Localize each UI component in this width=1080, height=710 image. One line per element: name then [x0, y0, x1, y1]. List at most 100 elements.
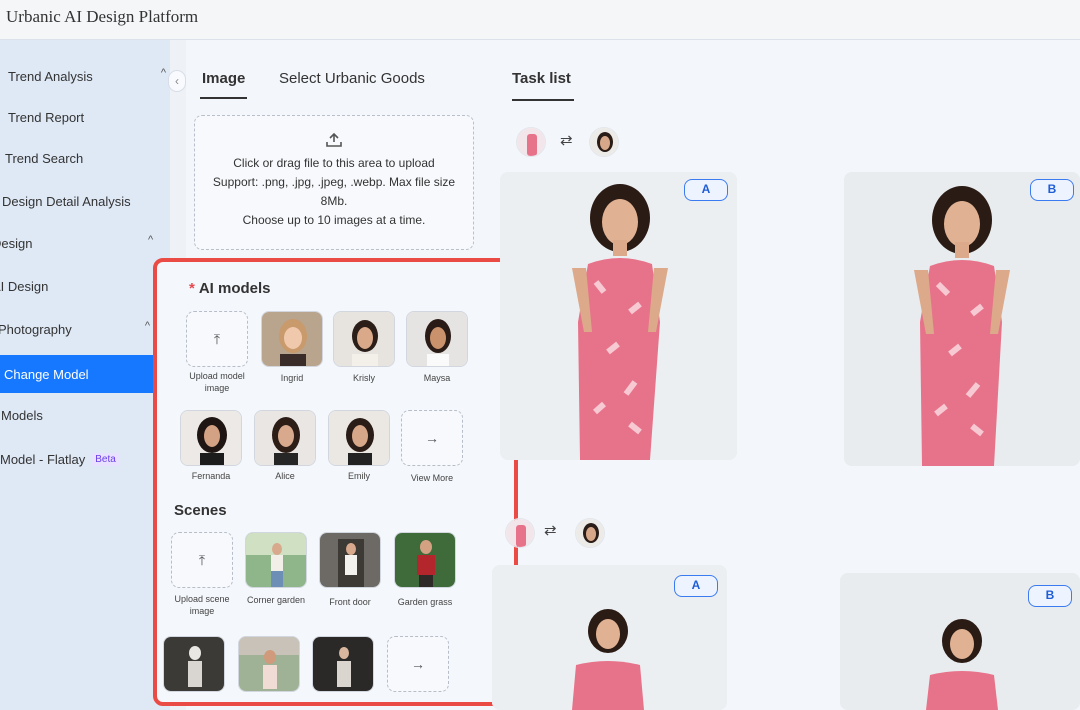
- upload-instruction: Click or drag file to this area to uploa…: [233, 156, 435, 170]
- upload-model-label: Upload model image: [189, 371, 245, 393]
- task-tab-indicator: [512, 99, 574, 101]
- collapse-sidebar-button[interactable]: ‹: [168, 70, 186, 92]
- model-name-emily: Emily: [348, 471, 370, 481]
- upload-scene-label: Upload scene image: [174, 594, 230, 616]
- result-card-b[interactable]: B: [844, 172, 1080, 466]
- top-bar: Urbanic AI Design Platform: [0, 0, 1080, 40]
- sidebar-item-design-detail-analysis[interactable]: Design Detail Analysis: [0, 184, 170, 218]
- scene-front-door-image: [320, 533, 380, 587]
- sidebar-item-label: Models: [1, 407, 43, 423]
- sidebar-item-photography[interactable]: Photography ^: [0, 312, 170, 346]
- variant-badge-a: A: [684, 179, 728, 201]
- variant-badge-a: A: [674, 575, 718, 597]
- beta-badge: Beta: [91, 452, 120, 466]
- tab-image[interactable]: Image: [202, 70, 245, 87]
- model-krisly-image: [334, 312, 394, 366]
- scene-thumb-garden-grass[interactable]: [394, 532, 456, 588]
- model-emily-image: [329, 411, 389, 465]
- scene-thumb-5[interactable]: [163, 636, 225, 692]
- upload-icon: [326, 132, 342, 147]
- upload-dropzone[interactable]: Click or drag file to this area to uploa…: [194, 115, 474, 250]
- chevron-up-icon: ^: [160, 67, 166, 79]
- scene-thumb-6[interactable]: [238, 636, 300, 692]
- model-maysa-image: [407, 312, 467, 366]
- sidebar: Trend Analysis ^ Trend Report Trend Sear…: [0, 40, 170, 710]
- model-thumb-maysa[interactable]: [406, 311, 468, 367]
- sidebar-item-design[interactable]: Design ^: [0, 226, 170, 260]
- scene-7-image: [313, 637, 373, 691]
- scene-name-corner-garden: Corner garden: [246, 595, 306, 605]
- upload-icon: ⤒: [198, 552, 206, 568]
- result-card-b-2[interactable]: B: [840, 573, 1080, 710]
- sidebar-item-model-flatlay[interactable]: Model - Flatlay Beta: [0, 442, 170, 476]
- arrow-right-icon: →: [425, 430, 439, 446]
- scene-name-front-door: Front door: [329, 597, 371, 607]
- model-thumb-krisly[interactable]: [333, 311, 395, 367]
- scene-thumb-front-door[interactable]: [319, 532, 381, 588]
- task1-model-thumb[interactable]: [589, 127, 619, 157]
- tab-task-list[interactable]: Task list: [512, 70, 571, 87]
- sidebar-item-label: Photography: [0, 321, 72, 337]
- ai-models-title-text: AI models: [198, 280, 271, 297]
- view-more-models-button[interactable]: →: [401, 410, 463, 466]
- upload-formats: Support: .png, .jpg, .jpeg, .webp. Max f…: [212, 175, 456, 208]
- scene-name-garden-grass: Garden grass: [397, 597, 453, 607]
- ai-models-title: * AI models: [189, 280, 271, 297]
- upload-model-button[interactable]: ⤒: [186, 311, 248, 367]
- view-more-label: View More: [410, 473, 454, 483]
- model-name-maysa: Maysa: [423, 373, 451, 383]
- sidebar-item-models[interactable]: Models: [0, 398, 170, 432]
- upload-scene-button[interactable]: ⤒: [171, 532, 233, 588]
- scene-5-image: [164, 637, 224, 691]
- sidebar-item-label: Trend Search: [5, 150, 84, 166]
- chevron-left-icon: ‹: [175, 74, 179, 88]
- sidebar-item-label: Trend Report: [8, 109, 85, 125]
- sidebar-item-label: AI Design: [0, 278, 49, 294]
- model-name-ingrid: Ingrid: [280, 373, 304, 383]
- sidebar-item-change-model[interactable]: Change Model: [0, 355, 160, 393]
- variant-badge-b: B: [1028, 585, 1072, 607]
- model-fernanda-image: [181, 411, 241, 465]
- task1-garment-thumb[interactable]: [516, 127, 546, 157]
- model-name-krisly: Krisly: [353, 373, 375, 383]
- result-card-a[interactable]: A: [500, 172, 737, 460]
- upload-limit: Choose up to 10 images at a time.: [242, 213, 426, 227]
- shuffle-icon: ⇄: [560, 132, 573, 149]
- scene-thumb-corner-garden[interactable]: [245, 532, 307, 588]
- model-thumb-alice[interactable]: [254, 410, 316, 466]
- model-thumb-emily[interactable]: [328, 410, 390, 466]
- variant-badge-b: B: [1030, 179, 1074, 201]
- model-thumb-ingrid[interactable]: [261, 311, 323, 367]
- result-photo: [500, 172, 737, 460]
- sidebar-item-trend-search[interactable]: Trend Search: [0, 141, 170, 175]
- task2-garment-thumb[interactable]: [505, 518, 535, 548]
- result-card-a-2[interactable]: A: [492, 565, 727, 710]
- tab-select-urbanic-goods[interactable]: Select Urbanic Goods: [279, 70, 425, 87]
- app-title: Urbanic AI Design Platform: [6, 7, 199, 26]
- model-name-fernanda: Fernanda: [191, 471, 231, 481]
- sidebar-item-ai-design[interactable]: AI Design: [0, 269, 170, 303]
- task2-model-thumb[interactable]: [575, 518, 605, 548]
- scenes-title: Scenes: [174, 502, 227, 519]
- sidebar-item-label: Trend Analysis: [8, 68, 93, 84]
- sidebar-item-label: Design: [0, 235, 33, 251]
- sidebar-item-label: Model - Flatlay: [0, 451, 86, 467]
- model-alice-image: [255, 411, 315, 465]
- view-more-scenes-button[interactable]: →: [387, 636, 449, 692]
- model-scene-picker: * AI models ⤒ Upload model image Ingrid K…: [153, 258, 518, 706]
- chevron-up-icon: ^: [144, 320, 150, 332]
- scene-6-image: [239, 637, 299, 691]
- scene-garden-grass-image: [395, 533, 455, 587]
- shuffle-icon: ⇄: [544, 522, 557, 539]
- required-mark: *: [189, 280, 195, 297]
- scene-thumb-7[interactable]: [312, 636, 374, 692]
- tab-active-indicator: [200, 97, 247, 99]
- sidebar-item-trend-report[interactable]: Trend Report: [0, 100, 170, 134]
- model-thumb-fernanda[interactable]: [180, 410, 242, 466]
- scene-corner-garden-image: [246, 533, 306, 587]
- upload-icon: ⤒: [213, 331, 221, 347]
- sidebar-item-trend-analysis[interactable]: Trend Analysis ^: [0, 59, 170, 93]
- sidebar-item-label: Design Detail Analysis: [2, 193, 131, 209]
- arrow-right-icon: →: [411, 656, 425, 672]
- model-ingrid-image: [262, 312, 322, 366]
